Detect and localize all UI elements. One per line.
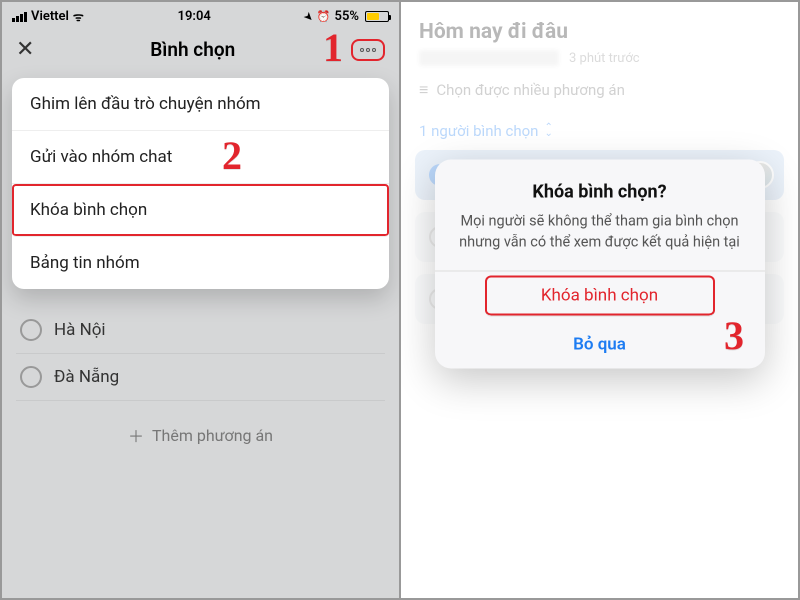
close-icon[interactable]: ✕: [16, 37, 34, 62]
option-hanoi[interactable]: Hà Nội: [16, 307, 385, 354]
battery-icon: [363, 11, 389, 22]
callout-2: 2: [222, 132, 242, 179]
radio-icon: [20, 319, 42, 341]
callout-3: 3: [724, 312, 744, 359]
option-label: Hà Nội: [54, 320, 106, 340]
confirm-lock-button[interactable]: Khóa bình chọn: [485, 276, 715, 317]
dot-icon: [360, 48, 364, 52]
radio-icon: [20, 366, 42, 388]
status-time: 19:04: [178, 9, 211, 24]
menu-pin[interactable]: Ghim lên đầu trò chuyện nhóm: [12, 78, 389, 131]
cancel-button[interactable]: Bỏ qua: [435, 321, 765, 369]
alarm-icon: [317, 9, 331, 24]
right-screenshot: Hôm nay đi đâu 3 phút trước Chọn được nh…: [401, 2, 798, 598]
battery-pct: 55%: [335, 9, 359, 24]
dialog-message: Mọi người sẽ không thể tham gia bình chọ…: [455, 211, 745, 253]
menu-lock[interactable]: Khóa bình chọn: [12, 184, 389, 237]
left-screenshot: Viettel ᯤ 19:04 55% ✕ Bình chọn 1 Ghim l…: [2, 2, 401, 598]
signal-icon: [12, 12, 27, 22]
add-option-button[interactable]: ＋ Thêm phương án: [16, 401, 385, 469]
poll-options-behind: Hà Nội Đà Nẵng ＋ Thêm phương án: [2, 289, 399, 469]
carrier-label: Viettel: [31, 9, 69, 24]
menu-board[interactable]: Bảng tin nhóm: [12, 237, 389, 289]
dot-icon: [366, 48, 370, 52]
location-icon: [304, 9, 312, 24]
menu-send[interactable]: Gửi vào nhóm chat: [12, 131, 389, 184]
plus-icon: ＋: [128, 423, 144, 447]
option-danang[interactable]: Đà Nẵng: [16, 354, 385, 401]
option-label: Đà Nẵng: [54, 367, 119, 387]
wifi-icon: ᯤ: [73, 8, 84, 25]
context-menu: Ghim lên đầu trò chuyện nhóm Gửi vào nhó…: [12, 78, 389, 289]
dialog-title: Khóa bình chọn?: [455, 182, 745, 203]
dot-icon: [372, 48, 376, 52]
lock-dialog: Khóa bình chọn? Mọi người sẽ không thể t…: [435, 160, 765, 369]
callout-1: 1: [323, 24, 343, 71]
page-title: Bình chọn: [150, 38, 235, 61]
more-button[interactable]: [351, 39, 385, 61]
add-option-label: Thêm phương án: [152, 426, 273, 445]
